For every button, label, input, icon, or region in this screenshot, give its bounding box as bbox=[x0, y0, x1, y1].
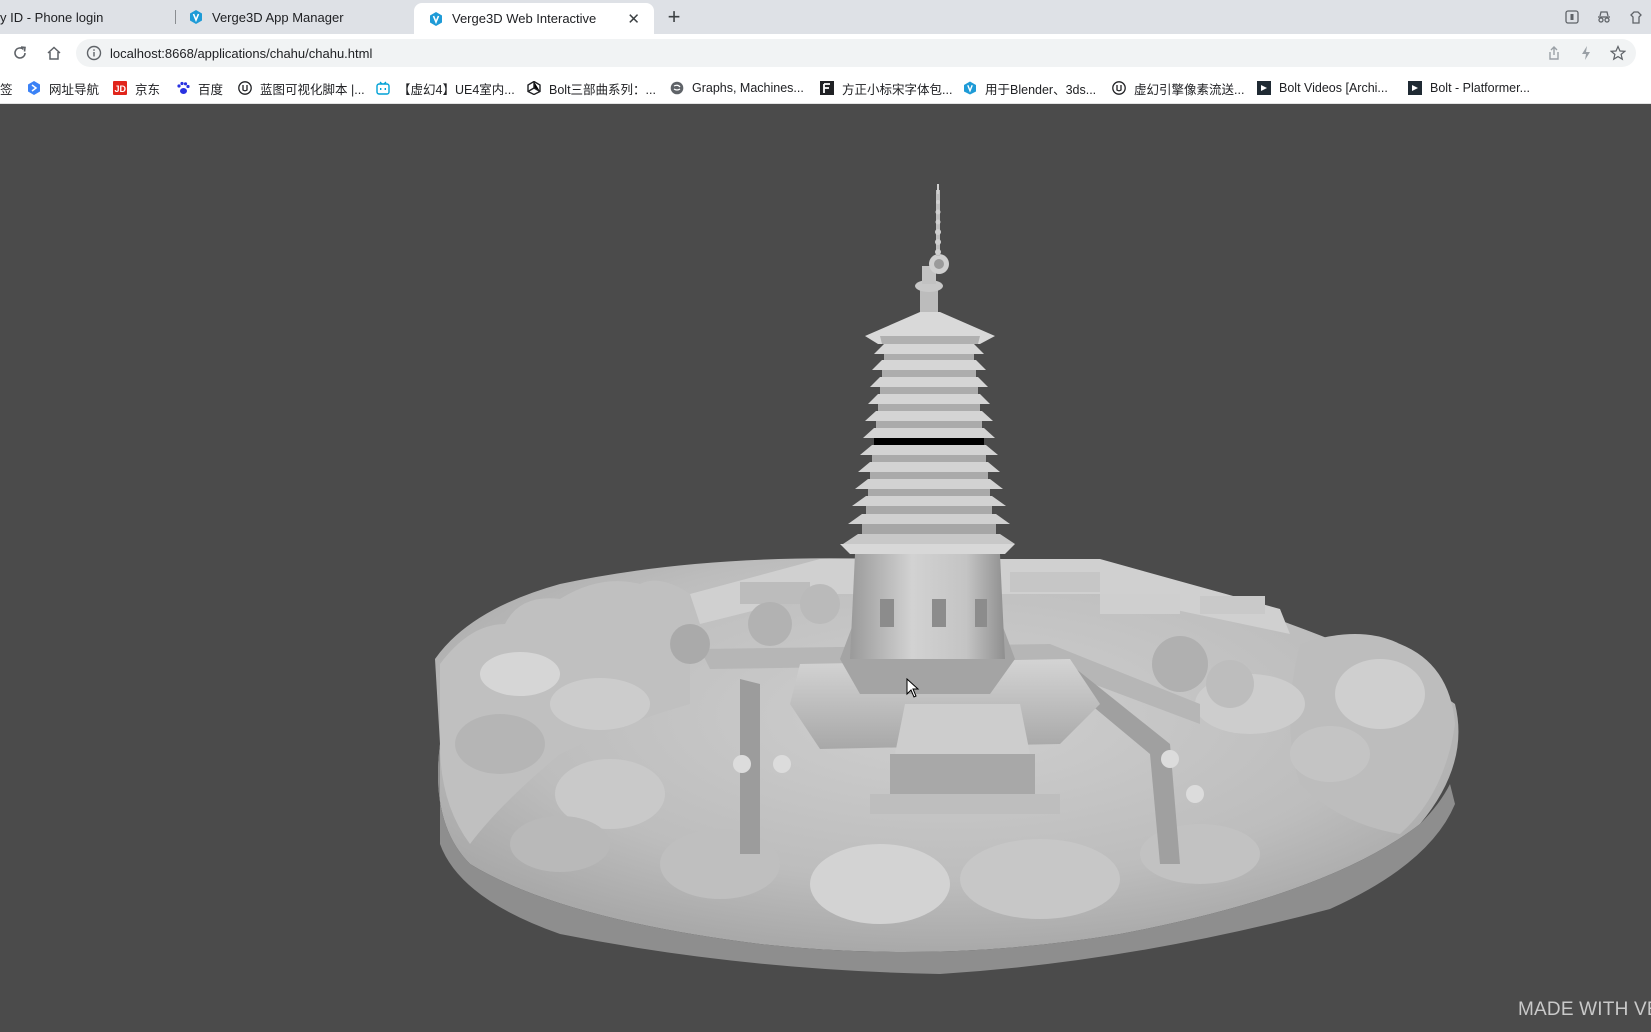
bookmark-label: 百度 bbox=[198, 82, 224, 97]
tab-verge3d-web-interactive[interactable]: Verge3D Web Interactive ✕ bbox=[414, 3, 654, 34]
jd-icon: JD bbox=[113, 81, 127, 95]
tab-strip: y ID - Phone login Verge3D App Manager V… bbox=[0, 0, 1651, 34]
baidu-paw-icon bbox=[176, 81, 190, 95]
bookmark-label: Bolt三部曲系列：... bbox=[549, 82, 656, 97]
made-with-verge3d-watermark[interactable]: MADE WITH VE bbox=[1518, 999, 1651, 1021]
bookmark-item[interactable]: JD 京东 bbox=[113, 78, 160, 98]
tab-search-icon[interactable] bbox=[1564, 9, 1580, 25]
bookmark-label: Bolt Videos [Archi... bbox=[1279, 81, 1388, 95]
tab-phone-login[interactable]: y ID - Phone login bbox=[0, 0, 170, 34]
svg-text:JD: JD bbox=[115, 84, 127, 94]
tab-verge3d-app-manager[interactable]: Verge3D App Manager bbox=[188, 0, 408, 34]
new-tab-button[interactable]: + bbox=[662, 4, 686, 29]
bilibili-icon bbox=[376, 81, 390, 95]
navigation-icon bbox=[27, 81, 41, 95]
extensions-icon[interactable] bbox=[1628, 9, 1644, 25]
bookmark-item[interactable]: 方正小标宋字体包... bbox=[820, 78, 952, 98]
bookmark-label: 【虚幻4】UE4室内... bbox=[398, 82, 515, 97]
reload-icon bbox=[14, 46, 26, 59]
address-bar[interactable]: localhost:8668/applications/chahu/chahu.… bbox=[76, 39, 1636, 67]
home-button[interactable] bbox=[45, 44, 63, 62]
bookmarks-bar: 签 网址导航 JD 京东 百度 蓝图可视化脚本 |... 【虚幻4】UE4室内.… bbox=[0, 72, 1651, 104]
tab-title: Verge3D Web Interactive bbox=[452, 11, 597, 26]
bookmark-item[interactable]: 【虚幻4】UE4室内... bbox=[376, 78, 515, 98]
bookmark-item[interactable]: Bolt - Platformer... bbox=[1408, 78, 1530, 98]
bookmark-item[interactable]: 网址导航 bbox=[27, 78, 99, 98]
close-tab-icon[interactable]: ✕ bbox=[627, 10, 640, 28]
tab-separator bbox=[175, 10, 176, 24]
lightning-icon[interactable] bbox=[1578, 45, 1594, 61]
bookmark-label: 用于Blender、3ds... bbox=[985, 82, 1097, 97]
browser-toolbar: localhost:8668/applications/chahu/chahu.… bbox=[0, 34, 1651, 72]
pagoda-3d-model[interactable] bbox=[0, 104, 1651, 1032]
bookmark-label: Bolt - Platformer... bbox=[1430, 81, 1531, 95]
bookmark-item[interactable]: Bolt Videos [Archi... bbox=[1257, 78, 1388, 98]
bookmark-item[interactable]: 蓝图可视化脚本 |... bbox=[238, 78, 365, 98]
site-info-icon[interactable] bbox=[86, 45, 102, 66]
bookmark-star-icon[interactable] bbox=[1609, 45, 1627, 61]
reload-button[interactable] bbox=[11, 44, 29, 62]
webgl-viewport[interactable]: MADE WITH VE bbox=[0, 104, 1651, 1032]
tab-title: Verge3D App Manager bbox=[212, 9, 344, 25]
share-icon[interactable] bbox=[1546, 45, 1562, 61]
bookmark-label: 签 bbox=[0, 82, 13, 97]
bookmark-label: 蓝图可视化脚本 |... bbox=[260, 82, 365, 97]
bolt-icon bbox=[1257, 81, 1271, 95]
bookmark-item[interactable]: 签 bbox=[0, 78, 13, 98]
bookmark-item[interactable]: Graphs, Machines... bbox=[670, 78, 804, 98]
unreal-icon bbox=[1112, 81, 1126, 95]
bookmark-label: 京东 bbox=[135, 82, 161, 97]
verge3d-icon bbox=[428, 11, 444, 27]
unreal-icon bbox=[238, 81, 252, 95]
pagoda-tower bbox=[840, 184, 1015, 694]
unity-icon bbox=[527, 80, 541, 96]
graphs-icon bbox=[670, 81, 684, 95]
bookmark-item[interactable]: Bolt三部曲系列：... bbox=[527, 78, 656, 98]
incognito-icon[interactable] bbox=[1596, 9, 1612, 25]
verge3d-icon bbox=[188, 9, 204, 25]
mouse-cursor-icon bbox=[906, 678, 920, 698]
bookmark-label: 虚幻引擎像素流送... bbox=[1134, 82, 1245, 97]
bookmark-label: 网址导航 bbox=[49, 82, 100, 97]
bookmark-label: 方正小标宋字体包... bbox=[842, 82, 953, 97]
url-text: localhost:8668/applications/chahu/chahu.… bbox=[110, 46, 373, 61]
verge3d-icon bbox=[963, 81, 977, 95]
bookmark-item[interactable]: 虚幻引擎像素流送... bbox=[1112, 78, 1244, 98]
bookmark-label: Graphs, Machines... bbox=[692, 81, 804, 95]
bookmark-item[interactable]: 百度 bbox=[176, 78, 223, 98]
f-icon bbox=[820, 81, 834, 95]
bolt-icon bbox=[1408, 81, 1422, 95]
bookmark-item[interactable]: 用于Blender、3ds... bbox=[963, 78, 1096, 98]
tab-title: y ID - Phone login bbox=[0, 9, 104, 25]
home-icon bbox=[47, 46, 61, 60]
